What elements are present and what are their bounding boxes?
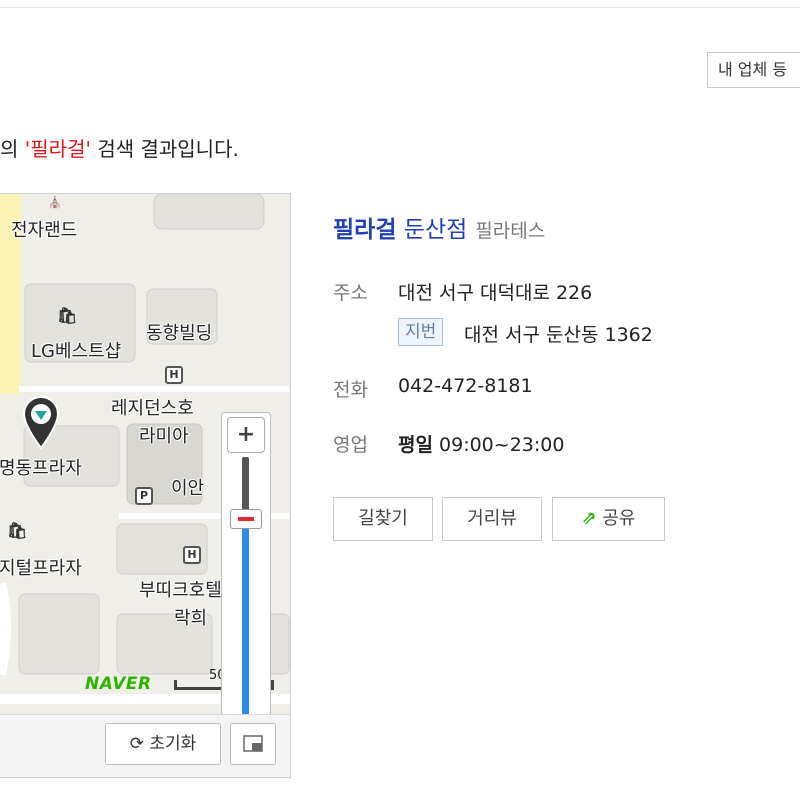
- result-prefix: 의: [0, 137, 25, 161]
- street-view-button[interactable]: 거리뷰: [442, 497, 542, 541]
- shopping-bag-icon: 🛍: [57, 306, 78, 325]
- map-label-electronics-land: 전자랜드: [11, 220, 78, 241]
- result-suffix: 검색 결과입니다.: [90, 137, 239, 161]
- reset-label: 초기화: [149, 734, 197, 754]
- place-branch[interactable]: 둔산점: [404, 217, 467, 243]
- map-label-donghyang: 동향빌딩: [146, 323, 213, 344]
- map-view[interactable]: ⛪ 전자랜드 🛍 LG베스트샵 동향빌딩 H 레지던스호 라미아 명동프라자 P…: [0, 193, 291, 778]
- phone-number: 042-472-8181: [398, 375, 533, 397]
- map-label-iand: 이안: [171, 478, 205, 499]
- refresh-icon: ⟳: [129, 734, 144, 754]
- map-label-lg-shop: LG베스트샵: [31, 341, 122, 362]
- zoom-track-lower[interactable]: [242, 529, 249, 737]
- hours-day: 평일: [398, 434, 433, 456]
- top-divider: [0, 7, 800, 8]
- hours-time: 09:00~23:00: [439, 434, 565, 456]
- naver-logo: NAVER: [85, 674, 152, 694]
- share-label: 공유: [602, 508, 636, 529]
- place-title[interactable]: 필라걸 둔산점 필라테스: [333, 210, 545, 244]
- directions-button[interactable]: 길찾기: [333, 497, 433, 541]
- my-business-button[interactable]: 내 업체 등: [707, 52, 800, 88]
- hotel-icon: H: [165, 366, 183, 384]
- share-icon: ⇗: [581, 508, 597, 529]
- minimap-button[interactable]: [230, 723, 276, 765]
- road-address: 대전 서구 대덕대로 226: [398, 282, 593, 304]
- map-reset-button[interactable]: ⟳ 초기화: [105, 723, 221, 765]
- map-label-rakhee: 락희: [174, 608, 208, 629]
- minimap-icon: [243, 735, 263, 752]
- map-label-ramia: 라미아: [139, 426, 189, 447]
- map-footer: ⟳ 초기화: [0, 714, 290, 777]
- jibun-address: 대전 서구 둔산동 1362: [464, 324, 653, 346]
- location-pin-icon[interactable]: [21, 394, 61, 450]
- jibun-badge: 지번: [398, 318, 444, 346]
- zoom-in-button[interactable]: +: [227, 417, 265, 453]
- address-label: 주소: [333, 282, 368, 304]
- shopping-icon: ⛪: [48, 196, 62, 209]
- zoom-slider-handle[interactable]: [230, 509, 262, 529]
- share-button[interactable]: ⇗ 공유: [552, 497, 665, 541]
- hours-label: 영업: [333, 434, 368, 456]
- map-label-digital-plaza: 지털프라자: [0, 558, 82, 579]
- phone-label: 전화: [333, 379, 368, 401]
- map-label-residence: 레지던스호: [111, 398, 194, 419]
- place-name[interactable]: 필라걸: [333, 217, 396, 243]
- place-category: 필라테스: [475, 220, 546, 242]
- search-result-message: 의 '필라걸' 검색 결과입니다.: [0, 133, 239, 162]
- map-label-plaza: 명동프라자: [0, 458, 82, 479]
- search-keyword: '필라걸': [24, 137, 91, 161]
- parking-icon: P: [135, 487, 153, 505]
- hotel-icon-2: H: [183, 546, 201, 564]
- map-label-boutique: 부띠크호텔: [139, 580, 222, 601]
- shopping-bag-icon-2: 🛍: [7, 521, 28, 540]
- business-hours: 평일 09:00~23:00: [398, 430, 564, 457]
